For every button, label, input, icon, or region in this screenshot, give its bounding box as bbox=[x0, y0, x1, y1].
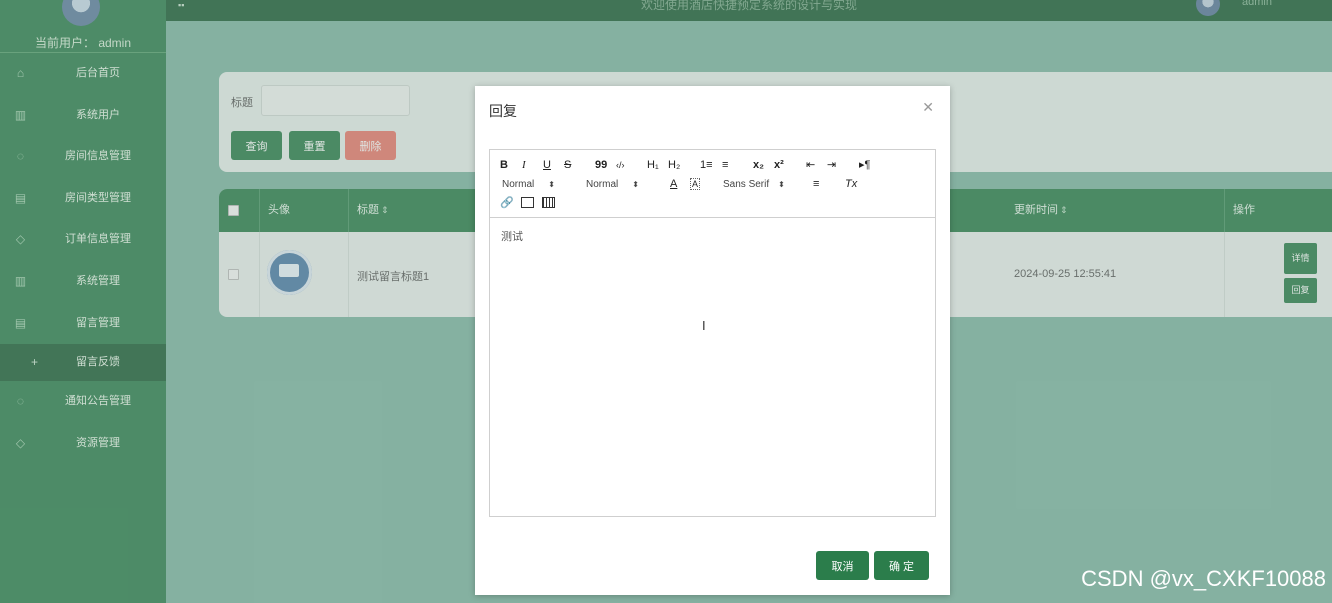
bullet-list-button[interactable]: ≡ bbox=[722, 159, 728, 172]
h2-button[interactable]: H₂ bbox=[668, 159, 680, 172]
size-select-value: Normal bbox=[502, 179, 535, 190]
close-icon[interactable]: ✕ bbox=[922, 99, 934, 116]
italic-button[interactable]: I bbox=[522, 159, 526, 172]
text-cursor-icon: I bbox=[702, 318, 706, 333]
link-icon[interactable]: 🔗 bbox=[500, 197, 514, 210]
reply-dialog: 回复 ✕ B I U S 99 ‹/› H₁ H₂ 1≡ ≡ x₂ x² ⇤ ⇥… bbox=[475, 86, 950, 595]
subscript-button[interactable]: x₂ bbox=[753, 159, 764, 172]
font-color-button[interactable]: A bbox=[670, 178, 677, 191]
select-arrow-icon: ⬍ bbox=[548, 180, 555, 189]
dialog-title: 回复 bbox=[489, 103, 517, 119]
header-select-value: Normal bbox=[586, 179, 619, 190]
text-direction-button[interactable]: ▸¶ bbox=[859, 159, 870, 172]
superscript-button[interactable]: x² bbox=[774, 159, 784, 172]
editor-toolbar: B I U S 99 ‹/› H₁ H₂ 1≡ ≡ x₂ x² ⇤ ⇥ ▸¶ N… bbox=[490, 150, 935, 218]
select-arrow-icon: ⬍ bbox=[778, 180, 785, 189]
underline-button[interactable]: U bbox=[543, 159, 551, 172]
font-select-value: Sans Serif bbox=[723, 179, 770, 190]
size-select[interactable]: Normal ⬍ bbox=[502, 179, 555, 190]
font-select[interactable]: Sans Serif ⬍ bbox=[723, 179, 785, 190]
background-color-button[interactable]: A bbox=[690, 178, 701, 190]
rich-text-editor: B I U S 99 ‹/› H₁ H₂ 1≡ ≡ x₂ x² ⇤ ⇥ ▸¶ N… bbox=[489, 149, 936, 517]
strike-button[interactable]: S bbox=[564, 159, 571, 172]
bold-button[interactable]: B bbox=[500, 159, 508, 172]
confirm-button[interactable]: 确 定 bbox=[874, 551, 929, 580]
align-button[interactable]: ≡ bbox=[813, 178, 819, 191]
select-arrow-icon: ⬍ bbox=[632, 180, 639, 189]
indent-button[interactable]: ⇥ bbox=[827, 159, 836, 172]
ordered-list-button[interactable]: 1≡ bbox=[700, 159, 713, 172]
code-button[interactable]: ‹/› bbox=[616, 159, 625, 172]
h1-button[interactable]: H₁ bbox=[647, 159, 659, 172]
header-select[interactable]: Normal ⬍ bbox=[586, 179, 639, 190]
clean-format-button[interactable]: Tx bbox=[845, 178, 857, 191]
image-icon[interactable] bbox=[521, 197, 534, 208]
outdent-button[interactable]: ⇤ bbox=[806, 159, 815, 172]
video-icon[interactable] bbox=[542, 197, 555, 208]
watermark: CSDN @vx_CXKF10088 bbox=[1081, 566, 1326, 591]
cancel-button[interactable]: 取消 bbox=[816, 551, 869, 580]
blockquote-button[interactable]: 99 bbox=[595, 159, 607, 172]
editor-content[interactable]: 测试 bbox=[501, 228, 523, 244]
